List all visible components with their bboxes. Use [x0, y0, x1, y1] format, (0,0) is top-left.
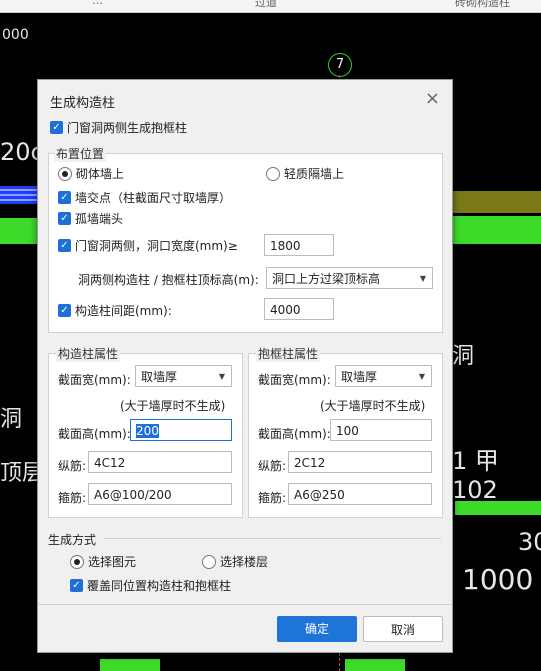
cad-text: 1000	[462, 563, 534, 596]
checkbox-checked-icon[interactable]: ✓	[58, 239, 71, 252]
gen-group-title: 生成方式	[48, 533, 97, 547]
gzz-long-input[interactable]: 4C12	[88, 451, 232, 473]
cad-text: 000	[2, 27, 29, 43]
checkbox-checked-icon[interactable]: ✓	[70, 579, 83, 592]
cb-overwrite[interactable]: ✓ 覆盖同位置构造柱和抱框柱	[70, 577, 231, 594]
gzz-note: (大于墙厚时不生成)	[120, 399, 226, 413]
chevron-down-icon: ▼	[218, 372, 225, 381]
gzz-height-label: 截面高(mm):	[58, 427, 131, 441]
checkbox-checked-icon[interactable]: ✓	[58, 304, 71, 317]
divider	[38, 604, 452, 605]
gzz-group-title: 构造柱属性	[56, 345, 121, 362]
radio-unselected-icon[interactable]	[202, 554, 216, 569]
divider	[104, 538, 441, 539]
top-toolbar: … 过道 砖砌构造柱	[0, 0, 541, 13]
beam-band	[345, 659, 405, 671]
gzz-stirrup-input[interactable]: A6@100/200	[88, 483, 232, 505]
cb-intersection[interactable]: ✓ 墙交点（柱截面尺寸取墙厚）	[58, 189, 231, 206]
bkz-height-input[interactable]: 100	[330, 419, 432, 441]
toolbar-text-left: …	[92, 0, 103, 7]
spacing-input[interactable]: 4000	[264, 298, 334, 320]
bkz-height-label: 截面高(mm):	[258, 427, 331, 441]
generate-column-dialog: 生成构造柱 × ✓ 门窗洞两侧生成抱框柱 布置位置 砌体墙上 轻质隔墙上 ✓ 墙交点…	[37, 79, 453, 653]
radio-selected-icon[interactable]	[58, 166, 72, 181]
bkz-width-label: 截面宽(mm):	[258, 373, 331, 387]
bkz-long-label: 纵筋:	[258, 459, 287, 473]
bkz-group-title: 抱框柱属性	[256, 345, 321, 362]
gzz-long-label: 纵筋:	[58, 459, 87, 473]
cb-isolated-wall[interactable]: ✓ 孤墙端头	[58, 210, 123, 227]
checkbox-checked-icon[interactable]: ✓	[58, 212, 71, 225]
gzz-height-input[interactable]: 200	[130, 419, 232, 441]
bkz-stirrup-label: 箍筋:	[258, 491, 287, 505]
chevron-down-icon: ▼	[418, 372, 425, 381]
beam-band	[0, 218, 38, 244]
gzz-width-select[interactable]: 取墙厚 ▼	[135, 365, 232, 387]
elevation-select[interactable]: 洞口上方过梁顶标高 ▼	[266, 267, 433, 289]
gzz-width-label: 截面宽(mm):	[58, 373, 131, 387]
radio-unselected-icon[interactable]	[266, 166, 280, 181]
radio-select-floor[interactable]: 选择楼层	[202, 553, 268, 570]
dialog-title: 生成构造柱	[50, 96, 116, 111]
beam-band	[100, 659, 160, 671]
checkbox-checked-icon[interactable]: ✓	[58, 191, 71, 204]
cad-text: 1 甲102	[452, 447, 499, 504]
cad-text: 洞	[452, 344, 475, 369]
layout-group-title: 布置位置	[54, 145, 107, 162]
bkz-note: (大于墙厚时不生成)	[320, 399, 426, 413]
beam-band	[443, 216, 541, 244]
close-icon[interactable]: ×	[425, 88, 440, 109]
chevron-down-icon: ▼	[419, 274, 426, 283]
bkz-stirrup-input[interactable]: A6@250	[288, 483, 432, 505]
gzz-stirrup-label: 箍筋:	[58, 491, 87, 505]
radio-light-wall[interactable]: 轻质隔墙上	[266, 165, 344, 182]
toolbar-text-mid: 过道	[255, 0, 277, 9]
ok-button[interactable]: 确定	[277, 616, 357, 642]
cb-opening-frame[interactable]: ✓ 门窗洞两侧生成抱框柱	[50, 119, 187, 136]
checkbox-checked-icon[interactable]: ✓	[50, 121, 63, 134]
axis-marker: 7	[328, 53, 352, 77]
radio-masonry[interactable]: 砌体墙上	[58, 165, 124, 182]
cb-spacing[interactable]: ✓ 构造柱间距(mm):	[58, 302, 172, 319]
bkz-width-select[interactable]: 取墙厚 ▼	[335, 365, 432, 387]
cb-opening-sides[interactable]: ✓ 门窗洞两侧，洞口宽度(mm)≥	[58, 237, 238, 254]
bkz-long-input[interactable]: 2C12	[288, 451, 432, 473]
cad-text: 30	[518, 528, 541, 556]
cad-text: 洞	[0, 407, 23, 432]
wall-band	[443, 191, 541, 213]
elevation-label: 洞两侧构造柱 / 抱框柱顶标高(m):	[78, 273, 259, 287]
cancel-button[interactable]: 取消	[363, 616, 443, 642]
radio-selected-icon[interactable]	[70, 554, 84, 569]
radio-select-element[interactable]: 选择图元	[70, 553, 136, 570]
wall-hatch	[0, 186, 38, 204]
toolbar-text-right: 砖砌构造柱	[455, 0, 510, 9]
opening-width-input[interactable]: 1800	[264, 234, 334, 256]
